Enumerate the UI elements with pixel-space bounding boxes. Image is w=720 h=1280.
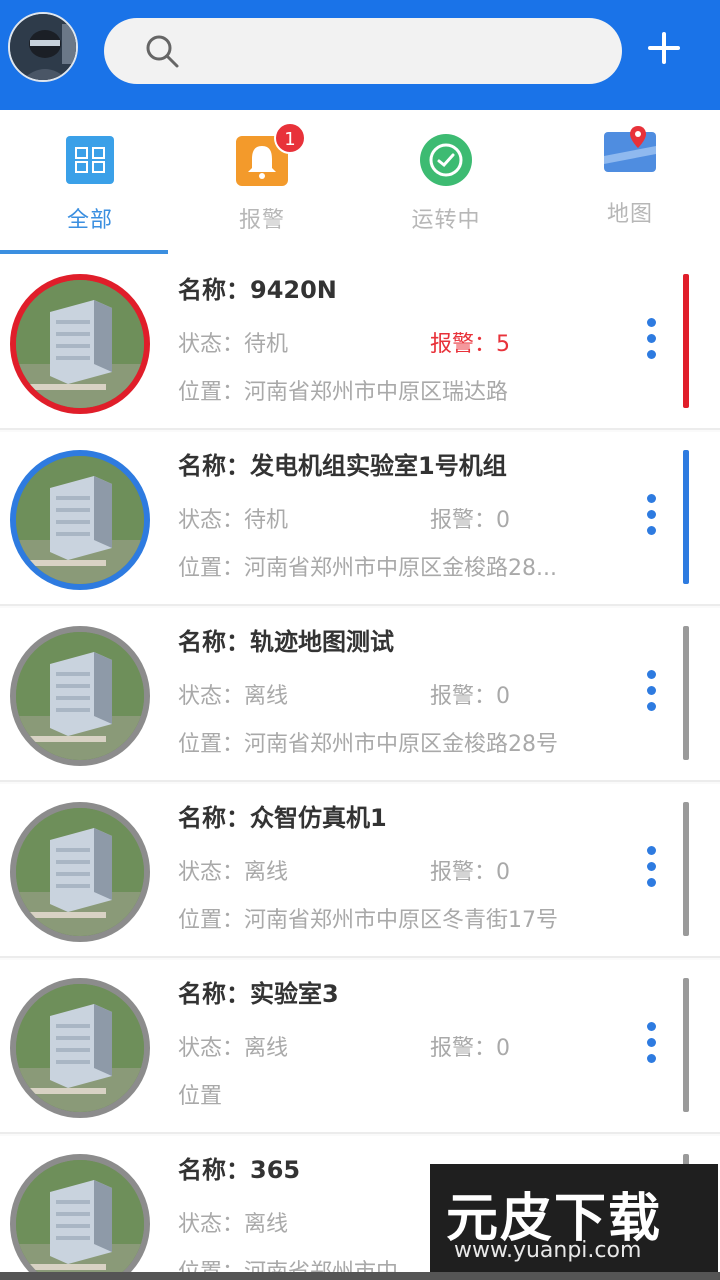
device-name: 名称：轨迹地图测试 [178,628,394,656]
status-indicator-bar [683,626,689,760]
device-card[interactable]: 名称：9420N 状态：待机 报警：5 位置：河南省郑州市中原区瑞达路 [0,256,720,430]
watermark-url: www.yuanpi.com [454,1238,642,1263]
device-name: 名称：9420N [178,276,337,304]
status-indicator-bar [683,274,689,408]
device-name: 名称：365 [178,1156,301,1184]
more-options-icon[interactable] [644,1022,658,1068]
device-card[interactable]: 名称：实验室3 状态：离线 报警：0 位置 [0,960,720,1134]
bottom-edge [0,1272,720,1280]
device-location: 位置：河南省郑州市中原区瑞达路 [178,380,509,405]
user-avatar[interactable] [8,12,78,82]
device-name: 名称：众智仿真机1 [178,804,387,832]
more-options-icon[interactable] [644,846,658,892]
device-card[interactable]: 名称：众智仿真机1 状态：离线 报警：0 位置：河南省郑州市中原区冬青街17号 [0,784,720,958]
device-alarm-count: 报警：0 [430,684,510,709]
tab-label: 地图 [606,202,653,227]
device-status: 状态：离线 [178,860,289,885]
device-location: 位置 [178,1084,223,1109]
tab-label: 报警 [238,208,285,233]
avatar-image [10,14,76,80]
more-options-icon[interactable] [644,670,658,716]
watermark-logo: 元皮下载 www.yuanpi.com [430,1164,718,1274]
more-options-icon[interactable] [644,494,658,540]
device-location: 位置：河南省郑州市中原区金梭路28... [178,556,557,581]
building-image [16,456,144,584]
category-tabs: 全部 1 报警 运转中 地图 [0,110,720,256]
tab-running[interactable]: 运转中 [356,110,536,256]
tab-alarm[interactable]: 1 报警 [172,110,352,256]
device-list: 名称：9420N 状态：待机 报警：5 位置：河南省郑州市中原区瑞达路 名称：发… [0,256,720,1280]
running-icon [420,134,472,186]
top-bar [0,0,720,110]
device-thumbnail [10,626,150,766]
status-indicator-bar [683,802,689,936]
grid-icon [66,136,114,184]
device-card[interactable]: 名称：发电机组实验室1号机组 状态：待机 报警：0 位置：河南省郑州市中原区金梭… [0,432,720,606]
device-status: 状态：离线 [178,1212,289,1237]
active-tab-indicator [0,250,168,254]
search-bar[interactable] [104,18,622,84]
device-status: 状态：离线 [178,684,289,709]
device-alarm-count: 报警：0 [430,508,510,533]
device-status: 状态：离线 [178,1036,289,1061]
device-thumbnail [10,802,150,942]
device-status: 状态：待机 [178,508,289,533]
status-indicator-bar [683,978,689,1112]
device-alarm-count: 报警：0 [430,1036,510,1061]
device-name: 名称：实验室3 [178,980,339,1008]
map-icon [604,126,656,172]
tab-label: 运转中 [411,208,481,233]
device-alarm-count: 报警：5 [430,332,510,357]
plus-icon[interactable] [644,28,684,68]
tab-map[interactable]: 地图 [540,110,720,256]
device-alarm-count: 报警：0 [430,860,510,885]
building-image [16,280,144,408]
building-image [16,808,144,936]
device-location: 位置：河南省郑州市中原区冬青街17号 [178,908,558,933]
device-thumbnail [10,450,150,590]
device-thumbnail [10,1154,150,1280]
device-status: 状态：待机 [178,332,289,357]
device-name: 名称：发电机组实验室1号机组 [178,452,507,480]
building-image [16,984,144,1112]
alarm-count-badge: 1 [274,122,306,154]
tab-all[interactable]: 全部 [0,110,180,256]
device-location: 位置：河南省郑州市中原区金梭路28号 [178,732,558,757]
tab-label: 全部 [66,208,113,233]
building-image [16,1160,144,1280]
building-image [16,632,144,760]
more-options-icon[interactable] [644,318,658,364]
device-card[interactable]: 名称：轨迹地图测试 状态：离线 报警：0 位置：河南省郑州市中原区金梭路28号 [0,608,720,782]
device-thumbnail [10,978,150,1118]
device-thumbnail [10,274,150,414]
status-indicator-bar [683,450,689,584]
search-icon [146,35,179,68]
